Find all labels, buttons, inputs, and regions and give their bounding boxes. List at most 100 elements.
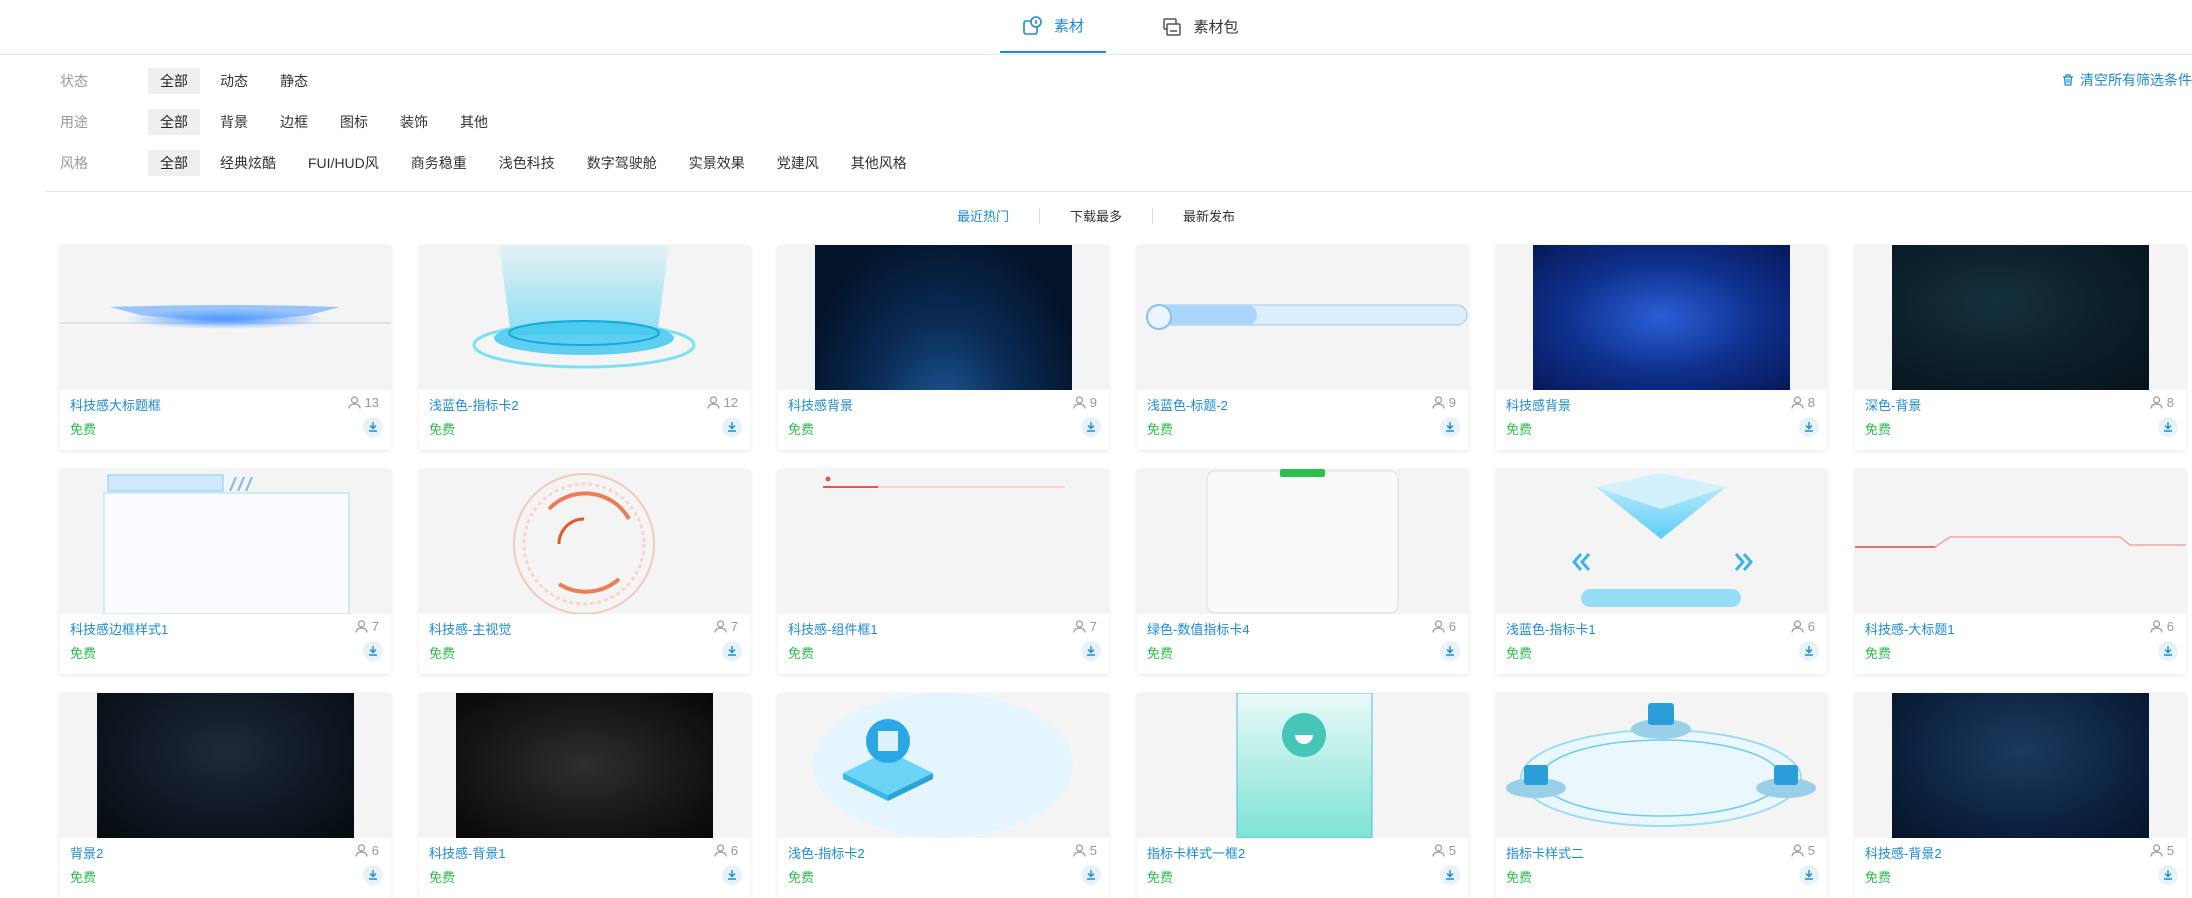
card-title[interactable]: 背景2 [70, 843, 103, 862]
card-price: 免费 [788, 646, 815, 661]
material-card[interactable]: 科技感-组件框1 7 免费 [778, 469, 1109, 674]
card-views: 5 [1432, 843, 1456, 858]
download-button[interactable] [2158, 641, 2178, 661]
download-button[interactable] [363, 417, 383, 437]
download-button[interactable] [363, 641, 383, 661]
card-thumbnail[interactable] [60, 469, 391, 614]
card-title[interactable]: 科技感-组件框1 [788, 619, 878, 638]
material-card[interactable]: 指标卡样式一框2 5 免费 [1137, 693, 1468, 898]
card-title[interactable]: 科技感-主视觉 [429, 619, 511, 638]
card-price: 免费 [429, 870, 456, 885]
card-title[interactable]: 浅蓝色-指标卡2 [429, 395, 519, 414]
material-card[interactable]: 深色-背景 8 免费 [1855, 245, 2186, 450]
material-card[interactable]: 科技感-主视觉 7 免费 [419, 469, 750, 674]
card-price: 免费 [1865, 646, 1892, 661]
card-thumbnail[interactable] [778, 469, 1109, 614]
download-button[interactable] [2158, 865, 2178, 885]
material-card[interactable]: 绿色-数值指标卡4 6 免费 [1137, 469, 1468, 674]
card-title[interactable]: 浅色-指标卡2 [788, 843, 865, 862]
card-view-count: 13 [364, 395, 379, 410]
card-thumbnail[interactable] [1496, 469, 1827, 614]
download-icon [1446, 646, 1454, 656]
card-title[interactable]: 浅蓝色-指标卡1 [1506, 619, 1596, 638]
material-card[interactable]: 科技感边框样式1 7 免费 [60, 469, 391, 674]
download-button[interactable] [1081, 865, 1101, 885]
card-title[interactable]: 指标卡样式一框2 [1147, 843, 1245, 862]
material-card[interactable]: 浅蓝色-标题-2 9 免费 [1137, 245, 1468, 450]
download-icon [1087, 870, 1095, 880]
card-view-count: 5 [1089, 843, 1097, 858]
material-card[interactable]: 科技感大标题框 13 免费 [60, 245, 391, 450]
download-icon [728, 422, 736, 432]
card-price: 免费 [429, 646, 456, 661]
card-thumbnail[interactable] [419, 469, 750, 614]
card-thumbnail[interactable] [419, 693, 750, 838]
download-icon [1805, 646, 1813, 656]
card-thumbnail[interactable] [778, 693, 1109, 838]
card-thumbnail[interactable] [1855, 693, 2186, 838]
download-button[interactable] [1799, 865, 1819, 885]
card-views: 5 [1791, 843, 1815, 858]
card-price: 免费 [1865, 870, 1892, 885]
download-button[interactable] [1440, 417, 1460, 437]
card-view-count: 8 [1807, 395, 1815, 410]
card-thumbnail[interactable] [778, 245, 1109, 390]
download-button[interactable] [722, 417, 742, 437]
card-views: 6 [1791, 619, 1815, 634]
download-button[interactable] [722, 865, 742, 885]
user-icon [714, 620, 727, 633]
card-price: 免费 [1865, 422, 1892, 437]
material-card[interactable]: 科技感-背景2 5 免费 [1855, 693, 2186, 898]
download-button[interactable] [722, 641, 742, 661]
material-card[interactable]: 科技感背景 9 免费 [778, 245, 1109, 450]
card-view-count: 6 [730, 843, 738, 858]
material-card[interactable]: 浅色-指标卡2 5 免费 [778, 693, 1109, 898]
card-price: 免费 [429, 422, 456, 437]
card-title[interactable]: 科技感背景 [788, 395, 853, 414]
card-title[interactable]: 科技感-背景1 [429, 843, 506, 862]
download-button[interactable] [1799, 417, 1819, 437]
material-card[interactable]: 浅蓝色-指标卡2 12 免费 [419, 245, 750, 450]
card-thumbnail[interactable] [1855, 469, 2186, 614]
card-thumbnail[interactable] [60, 693, 391, 838]
card-thumbnail[interactable] [1855, 245, 2186, 390]
user-icon [1791, 844, 1804, 857]
user-icon [714, 844, 727, 857]
material-card[interactable]: 科技感背景 8 免费 [1496, 245, 1827, 450]
material-card[interactable]: 科技感-背景1 6 免费 [419, 693, 750, 898]
download-icon [2164, 646, 2172, 656]
card-title[interactable]: 科技感-大标题1 [1865, 619, 1955, 638]
download-button[interactable] [1440, 865, 1460, 885]
card-title[interactable]: 科技感-背景2 [1865, 843, 1942, 862]
download-button[interactable] [363, 865, 383, 885]
material-card[interactable]: 浅蓝色-指标卡1 6 免费 [1496, 469, 1827, 674]
card-title[interactable]: 科技感背景 [1506, 395, 1571, 414]
card-title[interactable]: 深色-背景 [1865, 395, 1921, 414]
card-price: 免费 [1147, 422, 1174, 437]
download-button[interactable] [1440, 641, 1460, 661]
card-thumbnail[interactable] [1137, 693, 1468, 838]
card-thumbnail[interactable] [1496, 245, 1827, 390]
material-card[interactable]: 指标卡样式二 5 免费 [1496, 693, 1827, 898]
download-button[interactable] [1081, 417, 1101, 437]
card-thumbnail[interactable] [1137, 469, 1468, 614]
card-thumbnail[interactable] [1496, 693, 1827, 838]
card-title[interactable]: 科技感边框样式1 [70, 619, 168, 638]
download-icon [2164, 870, 2172, 880]
card-price: 免费 [1147, 870, 1174, 885]
card-title[interactable]: 科技感大标题框 [70, 395, 161, 414]
card-price: 免费 [70, 422, 97, 437]
download-button[interactable] [2158, 417, 2178, 437]
card-thumbnail[interactable] [60, 245, 391, 390]
card-title[interactable]: 浅蓝色-标题-2 [1147, 395, 1228, 414]
user-icon [1432, 620, 1445, 633]
card-title[interactable]: 绿色-数值指标卡4 [1147, 619, 1250, 638]
material-card[interactable]: 科技感-大标题1 6 免费 [1855, 469, 2186, 674]
download-button[interactable] [1799, 641, 1819, 661]
card-title[interactable]: 指标卡样式二 [1506, 843, 1584, 862]
download-button[interactable] [1081, 641, 1101, 661]
material-card[interactable]: 背景2 6 免费 [60, 693, 391, 898]
card-views: 9 [1073, 395, 1097, 410]
card-thumbnail[interactable] [419, 245, 750, 390]
card-thumbnail[interactable] [1137, 245, 1468, 390]
